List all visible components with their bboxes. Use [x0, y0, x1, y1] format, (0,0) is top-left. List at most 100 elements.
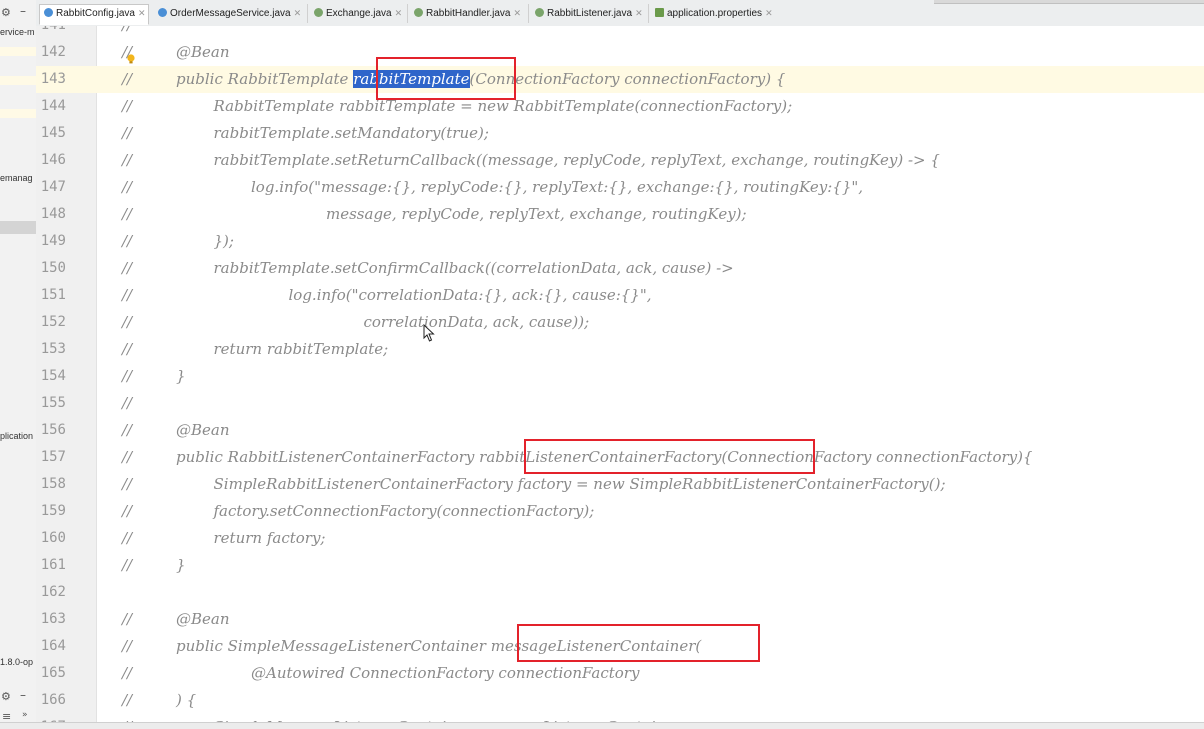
- comment-marker: //: [122, 232, 133, 250]
- tab-ordermessageservice[interactable]: OrderMessageService.java ✕: [154, 5, 304, 22]
- java-class-icon: [158, 8, 167, 17]
- gear-icon[interactable]: ⚙: [1, 690, 11, 703]
- line-number: 164: [40, 638, 66, 654]
- code-line[interactable]: 158 // SimpleRabbitListenerContainerFactor…: [36, 471, 1204, 498]
- code-text: }: [176, 556, 186, 574]
- code-text: ) {: [176, 691, 197, 709]
- highlight-box-messagelistenercontainer: [517, 624, 760, 662]
- close-icon[interactable]: ✕: [635, 8, 643, 18]
- chevrons-icon[interactable]: »: [22, 710, 28, 720]
- close-icon[interactable]: ✕: [765, 8, 773, 18]
- code-line[interactable]: 150 // rabbitTemplate.setConfirmCallback((…: [36, 255, 1204, 282]
- tab-divider: [407, 4, 408, 23]
- close-icon[interactable]: ✕: [294, 8, 302, 18]
- line-number: 141: [36, 26, 66, 39]
- code-line[interactable]: 154 //}: [36, 363, 1204, 390]
- comment-marker: //: [122, 691, 133, 709]
- code-text: factory.setConnectionFactory(connectionF…: [213, 502, 595, 520]
- code-line[interactable]: 148 // message, replyCode, replyText, exch…: [36, 201, 1204, 228]
- project-tree-item-manage[interactable]: emanag: [0, 173, 33, 183]
- properties-file-icon: [655, 8, 664, 17]
- code-text: rabbitTemplate.setMandatory(true);: [213, 124, 489, 142]
- editor-tab-bar: RabbitConfig.java ✕ OrderMessageService.j…: [36, 0, 1204, 27]
- minus-icon[interactable]: –: [20, 688, 26, 702]
- line-number: 142: [40, 44, 66, 60]
- project-tree-item-sdk[interactable]: 1.8.0-op: [0, 657, 33, 667]
- comment-marker: //: [122, 637, 133, 655]
- code-text: return factory;: [213, 529, 326, 547]
- code-text: }: [176, 367, 186, 385]
- code-line[interactable]: 160 // return factory;: [36, 525, 1204, 552]
- code-line[interactable]: 142//@Bean: [36, 39, 1204, 66]
- code-line[interactable]: 147 // log.info("message:{}, replyCode:{},…: [36, 174, 1204, 201]
- tab-label: application.properties: [667, 8, 763, 19]
- comment-marker: //: [122, 556, 133, 574]
- comment-marker: //: [122, 610, 133, 628]
- tab-rabbithandler[interactable]: RabbitHandler.java ✕: [410, 5, 524, 22]
- code-line[interactable]: 146 // rabbitTemplate.setReturnCallback((m…: [36, 147, 1204, 174]
- highlight-box-rabbitlistenercontainerfactory: [524, 439, 815, 474]
- code-text-after-selection: (ConnectionFactory connectionFactory) {: [469, 70, 786, 88]
- code-text: rabbitTemplate.setConfirmCallback((corre…: [213, 259, 734, 277]
- comment-marker: //: [122, 124, 133, 142]
- code-line[interactable]: 165 // @Autowired ConnectionFactory connec…: [36, 660, 1204, 687]
- code-editor[interactable]: 141//142//@Bean143//public RabbitTemplat…: [36, 26, 1204, 729]
- code-text: });: [213, 232, 234, 250]
- tab-label: RabbitHandler.java: [426, 8, 511, 19]
- code-line[interactable]: 145 // rabbitTemplate.setMandatory(true);: [36, 120, 1204, 147]
- close-icon[interactable]: ✕: [514, 8, 522, 18]
- close-icon[interactable]: ✕: [138, 8, 146, 18]
- code-text: log.info("correlationData:{}, ack:{}, ca…: [288, 286, 652, 304]
- tab-exchange[interactable]: Exchange.java ✕: [310, 5, 405, 22]
- project-tree-item-application[interactable]: plication: [0, 431, 33, 441]
- project-tree-item-service[interactable]: ervice-m: [0, 27, 35, 37]
- project-tree-selected-row[interactable]: [0, 221, 36, 234]
- comment-marker: //: [122, 475, 133, 493]
- comment-marker: //: [122, 502, 133, 520]
- line-number: 147: [40, 179, 66, 195]
- comment-marker: //: [122, 70, 133, 88]
- line-number: 148: [40, 206, 66, 222]
- line-number: 155: [40, 395, 66, 411]
- minus-icon[interactable]: –: [20, 4, 26, 18]
- close-icon[interactable]: ✕: [395, 8, 403, 18]
- code-line[interactable]: 151 // log.info("correlationData:{}, ack:{…: [36, 282, 1204, 309]
- java-class-icon: [44, 8, 53, 17]
- comment-marker: //: [122, 97, 133, 115]
- code-line[interactable]: 149 //});: [36, 228, 1204, 255]
- code-line[interactable]: 155 //: [36, 390, 1204, 417]
- tab-divider: [648, 4, 649, 23]
- comment-marker: //: [122, 178, 133, 196]
- project-panel-strip[interactable]: ⚙ – ervice-m emanag plication 1.8.0-op ⚙…: [0, 0, 37, 729]
- tab-application-properties[interactable]: application.properties ✕: [651, 5, 776, 22]
- lightbulb-icon[interactable]: [126, 54, 136, 64]
- comment-marker: //: [122, 205, 133, 223]
- code-line[interactable]: 152 // correlationData, ack, cause));: [36, 309, 1204, 336]
- gear-icon[interactable]: ⚙: [1, 6, 11, 19]
- code-line[interactable]: 141 //: [36, 26, 1204, 39]
- code-text-before-selection: public RabbitTemplate: [176, 70, 354, 88]
- code-line[interactable]: 161 //}: [36, 552, 1204, 579]
- comment-marker: //: [122, 151, 133, 169]
- project-panel-toolbar: ⚙ –: [0, 4, 36, 22]
- mouse-pointer-icon: [423, 324, 435, 342]
- comment-marker: //: [122, 26, 132, 39]
- tab-label: OrderMessageService.java: [170, 8, 291, 19]
- code-text: @Bean: [176, 421, 230, 439]
- project-tree-highlight: [0, 109, 36, 118]
- code-text: @Bean: [176, 43, 230, 61]
- comment-marker: //: [122, 664, 133, 682]
- comment-marker: //: [122, 448, 133, 466]
- tab-rabbitconfig[interactable]: RabbitConfig.java ✕: [39, 4, 150, 25]
- code-line[interactable]: 162: [36, 579, 1204, 606]
- code-line[interactable]: 143//public RabbitTemplate rabbitTemplat…: [36, 66, 1204, 93]
- code-line[interactable]: 159 // factory.setConnectionFactory(connec…: [36, 498, 1204, 525]
- toolbar-remnant: [934, 0, 1204, 4]
- line-number: 158: [40, 476, 66, 492]
- tab-rabbitlistener[interactable]: RabbitListener.java ✕: [531, 5, 646, 22]
- comment-marker: //: [122, 421, 133, 439]
- code-line[interactable]: 153 // return rabbitTemplate;: [36, 336, 1204, 363]
- code-line[interactable]: 166 //) {: [36, 687, 1204, 714]
- tab-label: RabbitConfig.java: [56, 8, 135, 19]
- code-line[interactable]: 144//RabbitTemplate rabbitTemplate = new…: [36, 93, 1204, 120]
